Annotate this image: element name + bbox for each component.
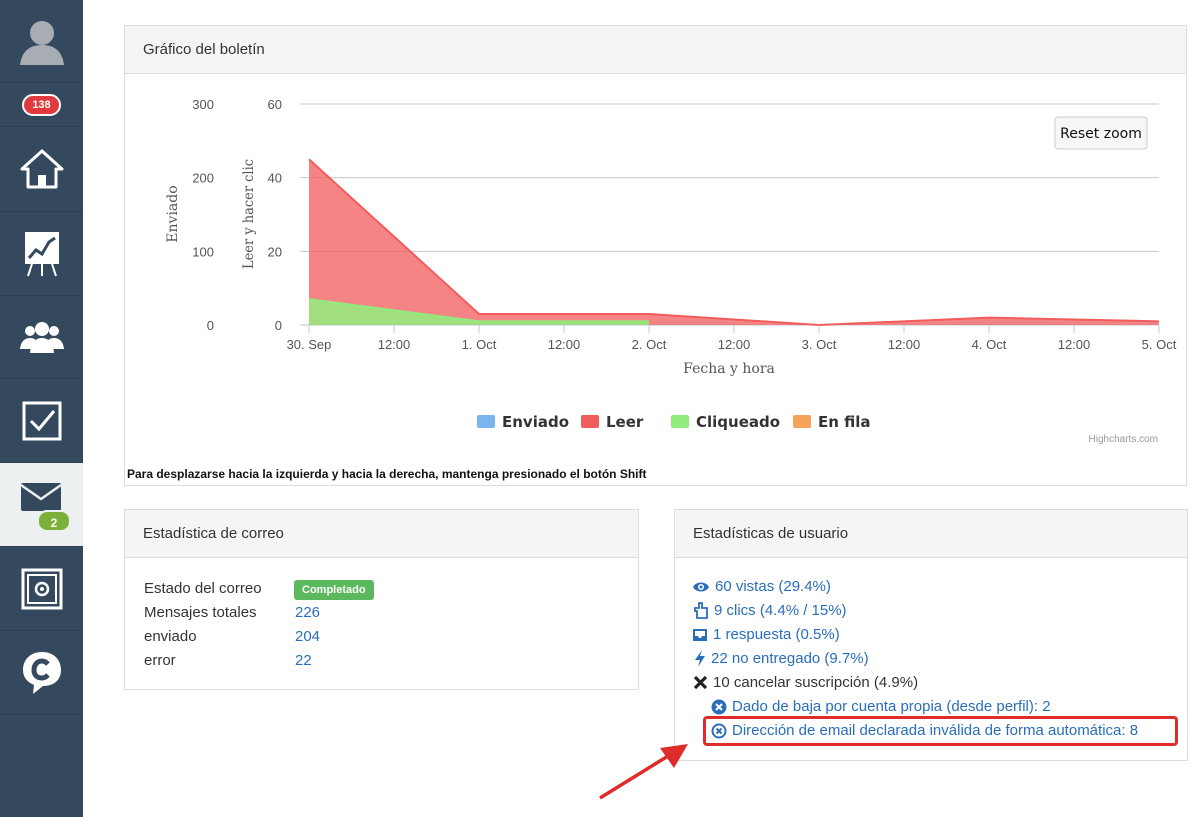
avatar xyxy=(19,21,64,65)
sidebar-avatar[interactable] xyxy=(0,0,83,83)
mail-status-label: Estado del correo xyxy=(144,580,262,597)
y-right-tick-label: 0 xyxy=(275,318,282,333)
unsub-own-link[interactable]: Dado de baja por cuenta propia (desde pe… xyxy=(711,698,1051,715)
legend-item-leer: Leer xyxy=(606,413,644,431)
legend-swatch-enviado xyxy=(477,415,495,428)
reset-zoom-button[interactable]: Reset zoom xyxy=(1060,126,1142,142)
x-tick-label: 12:00 xyxy=(378,337,411,352)
bolt-icon xyxy=(695,650,705,667)
sidebar-item-brand[interactable] xyxy=(0,631,83,715)
clicks-link[interactable]: 9 clics (4.4% / 15%) xyxy=(693,602,847,619)
x-tick-label: 3. Oct xyxy=(802,337,837,352)
chart-scroll-note: Para desplazarse hacia la izquierda y ha… xyxy=(127,467,647,481)
highcharts-credit[interactable]: Highcharts.com xyxy=(1089,434,1158,445)
x-tick-label: 12:00 xyxy=(718,337,751,352)
sidebar: 138 2 xyxy=(0,0,83,817)
y-left-tick-label: 100 xyxy=(192,244,214,259)
clicks-text: 9 clics (4.4% / 15%) xyxy=(714,602,847,619)
error-label: error xyxy=(144,652,176,669)
y-left-tick-label: 200 xyxy=(192,171,214,186)
home-icon xyxy=(20,149,63,189)
total-messages-value[interactable]: 226 xyxy=(295,604,320,621)
mail-icon xyxy=(19,482,62,511)
x-tick-label: 1. Oct xyxy=(462,337,497,352)
undelivered-text: 22 no entregado (9.7%) xyxy=(711,650,869,667)
user-stats-title: Estadísticas de usuario xyxy=(675,510,1187,558)
x-tick-label: 4. Oct xyxy=(972,337,1007,352)
sidebar-item-stats[interactable] xyxy=(0,212,83,296)
sent-value[interactable]: 204 xyxy=(295,628,320,645)
responses-link[interactable]: 1 respuesta (0.5%) xyxy=(692,626,840,643)
y-right-tick-label: 40 xyxy=(268,171,282,186)
x-tick-label: 12:00 xyxy=(1058,337,1091,352)
mail-stats-title: Estadística de correo xyxy=(125,510,638,558)
sidebar-item-archive[interactable] xyxy=(0,547,83,631)
x-tick-label: 5. Oct xyxy=(1142,337,1177,352)
sidebar-item-mailings[interactable] xyxy=(0,463,83,547)
y-right-tick-label: 60 xyxy=(268,97,282,112)
safe-icon xyxy=(21,568,62,609)
checkbox-icon xyxy=(22,401,61,440)
mail-badge: 2 xyxy=(37,510,71,532)
chart-icon xyxy=(24,231,59,276)
y-right-tick-label: 20 xyxy=(268,244,282,259)
y-left-axis-title: Enviado xyxy=(165,185,181,242)
sidebar-item-tasks[interactable] xyxy=(0,379,83,463)
cleverreach-icon xyxy=(22,651,61,694)
unsub-own-text: Dado de baja por cuenta propia (desde pe… xyxy=(732,698,1051,715)
sidebar-item-home[interactable] xyxy=(0,127,83,212)
total-messages-label: Mensajes totales xyxy=(144,604,257,621)
responses-text: 1 respuesta (0.5%) xyxy=(713,626,840,643)
chart-panel: Gráfico del boletín 60 300 40 200 20 100 0 0 Env… xyxy=(124,25,1187,486)
y-right-axis-title: Leer y hacer clic xyxy=(241,159,257,269)
legend-item-en-fila: En fila xyxy=(818,413,871,431)
circle-x-icon xyxy=(711,699,727,714)
x-tick-label: 30. Sep xyxy=(287,337,332,352)
hand-pointer-icon xyxy=(694,602,708,619)
status-badge: Completado xyxy=(294,580,374,600)
views-text: 60 vistas (29.4%) xyxy=(715,578,831,595)
series-area-leer xyxy=(309,159,1159,325)
users-icon xyxy=(19,322,64,353)
legend-item-enviado: Enviado xyxy=(502,413,569,431)
unsubscribed-row: 10 cancelar suscripción (4.9%) xyxy=(693,674,918,691)
legend-swatch-leer xyxy=(581,415,599,428)
unsubscribed-text: 10 cancelar suscripción (4.9%) xyxy=(713,674,919,691)
notifications-badge: 138 xyxy=(22,93,61,116)
legend-item-cliqueado: Cliqueado xyxy=(696,413,780,431)
legend-swatch-en-fila xyxy=(793,415,811,428)
mail-stats-panel: Estadística de correo Estado del correo … xyxy=(124,509,639,690)
inbox-icon xyxy=(693,628,707,641)
sidebar-notifications[interactable]: 138 xyxy=(0,83,83,127)
chart-panel-title: Gráfico del boletín xyxy=(125,26,1186,74)
eye-icon xyxy=(693,582,709,591)
views-link[interactable]: 60 vistas (29.4%) xyxy=(692,578,831,595)
sent-label: enviado xyxy=(144,628,197,645)
error-value[interactable]: 22 xyxy=(295,652,312,669)
y-left-tick-label: 0 xyxy=(207,318,214,333)
newsletter-chart: 60 300 40 200 20 100 0 0 Enviado Leer y hacer cli… xyxy=(165,97,1177,445)
highlight-box xyxy=(703,716,1178,746)
x-axis-title: Fecha y hora xyxy=(683,361,775,377)
x-tick-label: 12:00 xyxy=(888,337,921,352)
x-icon xyxy=(693,675,708,690)
arrow-annotation xyxy=(599,744,688,800)
legend-swatch-cliqueado xyxy=(671,415,689,428)
x-tick-label: 2. Oct xyxy=(632,337,667,352)
x-tick-label: 12:00 xyxy=(548,337,581,352)
y-left-tick-label: 300 xyxy=(192,97,214,112)
undelivered-link[interactable]: 22 no entregado (9.7%) xyxy=(694,650,869,667)
sidebar-item-recipients[interactable] xyxy=(0,296,83,379)
